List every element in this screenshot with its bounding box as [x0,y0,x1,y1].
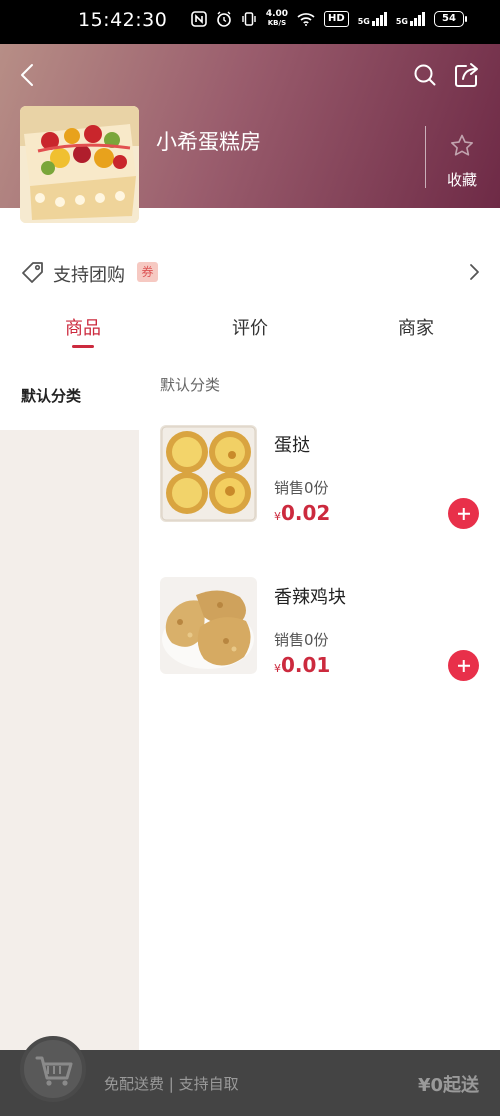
vibrate-icon [242,12,256,26]
favorite-button[interactable]: 收藏 [447,169,477,190]
battery-level: 54 [442,13,456,24]
product-image [160,425,257,522]
search-icon[interactable] [412,62,438,88]
sim1-label: 5G [357,17,370,26]
tab-merchant[interactable]: 商家 [366,314,466,340]
net-speed-value: 4.00 [265,9,289,19]
price-value: 0.02 [281,501,331,525]
price-currency: ¥ [274,510,281,523]
hd-badge: HD [324,11,349,27]
status-bar: 15:42:30 4.00 KB/S HD 5G 5G 54 [0,0,500,44]
product-name: 香辣鸡块 [274,587,346,608]
product-price: ¥0.02 [274,501,330,525]
tag-icon [22,262,43,283]
tab-bar: 商品 评价 商家 [0,300,500,352]
shop-header: 小希蛋糕房 收藏 [0,44,500,223]
chevron-right-icon [470,264,479,280]
price-value: 0.01 [281,653,331,677]
shop-logo [20,106,139,223]
back-icon[interactable] [14,60,42,90]
product-item[interactable]: 蛋挞 销售0份 ¥0.02 [160,425,480,529]
cart-button[interactable] [20,1036,86,1102]
active-tab-indicator [72,345,94,348]
battery-icon: 54 [434,11,467,27]
sidebar-item-default[interactable]: 默认分类 [0,352,139,430]
net-speed: 4.00 KB/S [266,10,288,28]
product-item[interactable]: 香辣鸡块 销售0份 ¥0.01 [160,577,480,681]
favorite-divider [425,126,426,188]
cart-icon [35,1056,73,1086]
cart-bar: 免配送费 | 支持自取 ¥0起送 [0,1036,500,1116]
groupbuy-row[interactable]: 支持团购 券 [0,248,500,296]
tab-products[interactable]: 商品 [33,314,133,340]
tab-reviews[interactable]: 评价 [200,314,300,340]
status-icons: 4.00 KB/S HD 5G 5G 54 [191,10,467,28]
product-image [160,577,257,674]
share-icon[interactable] [452,60,482,90]
add-to-cart-button[interactable] [448,650,479,681]
sidebar-item-label: 默认分类 [21,387,82,405]
nfc-icon [191,11,207,27]
star-icon[interactable] [450,134,474,156]
signal-icon-2: 5G [396,12,425,26]
delivery-info: 免配送费 | 支持自取 [104,1075,239,1093]
product-sales: 销售0份 [274,479,329,497]
product-name: 蛋挞 [274,435,310,456]
sim2-label: 5G [395,17,408,26]
add-to-cart-button[interactable] [448,498,479,529]
min-order-label: ¥0起送 [417,1075,479,1096]
category-sidebar: 默认分类 [0,352,139,1050]
shop-name: 小希蛋糕房 [156,130,261,154]
groupbuy-label: 支持团购 [53,265,125,286]
category-title: 默认分类 [160,376,221,394]
status-time: 15:42:30 [78,9,168,31]
price-currency: ¥ [274,662,281,675]
coupon-badge: 券 [137,262,158,282]
alarm-icon [217,11,231,27]
product-price: ¥0.01 [274,653,330,677]
wifi-icon [297,13,315,26]
net-speed-unit: KB/S [267,19,287,27]
signal-icon: 5G [358,12,387,26]
product-sales: 销售0份 [274,631,329,649]
